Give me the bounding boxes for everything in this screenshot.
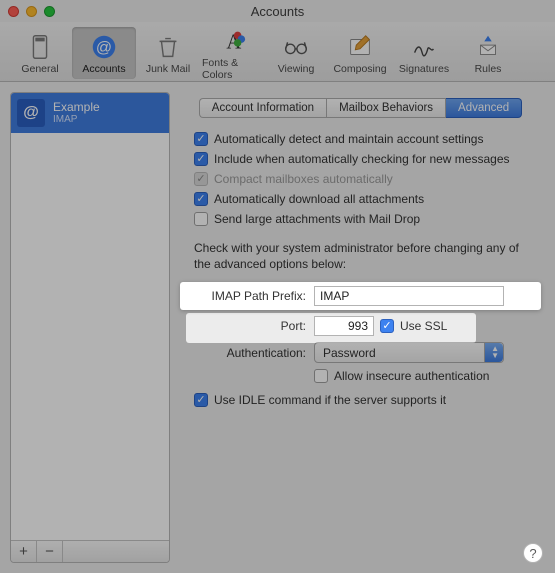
accounts-window: Accounts General @ Accounts Junk Mail A … [0,0,555,573]
port-input[interactable] [314,316,374,336]
option-compact: Compact mailboxes automatically [194,172,541,186]
port-label: Port: [180,319,314,333]
pane-tabs: Account Information Mailbox Behaviors Ad… [180,98,541,118]
chevron-updown-icon: ▲▼ [491,345,499,359]
row-authentication: Authentication: Password ▲▼ [180,342,541,363]
add-account-button[interactable]: + [11,541,37,562]
accounts-sidebar: @ Example IMAP + − [10,92,170,563]
tab-mailbox-behaviors[interactable]: Mailbox Behaviors [326,98,446,118]
toolbar-viewing[interactable]: Viewing [264,27,328,79]
general-icon [24,31,56,63]
svg-text:@: @ [96,39,112,56]
option-auto-detect: Automatically detect and maintain accoun… [194,132,541,146]
toolbar-junk[interactable]: Junk Mail [136,27,200,79]
auth-value: Password [323,346,376,360]
tab-advanced[interactable]: Advanced [446,98,522,118]
signature-icon [408,31,440,63]
toolbar-signatures[interactable]: Signatures [392,27,456,79]
toolbar-label: Accounts [82,63,125,75]
accounts-list[interactable]: @ Example IMAP [11,93,169,540]
glasses-icon [280,31,312,63]
checkbox-compact [194,172,208,186]
allow-insecure-label: Allow insecure authentication [334,369,489,383]
trash-icon [152,31,184,63]
remove-account-button[interactable]: − [37,541,63,562]
help-button[interactable]: ? [523,543,543,563]
account-row-example[interactable]: @ Example IMAP [11,93,169,133]
fonts-icon: A [216,25,248,57]
option-auto-download: Automatically download all attachments [194,192,541,206]
checkbox-auto-detect[interactable] [194,132,208,146]
option-mail-drop: Send large attachments with Mail Drop [194,212,541,226]
option-label: Automatically download all attachments [214,192,424,206]
use-ssl-label: Use SSL [400,319,447,333]
toolbar-composing[interactable]: Composing [328,27,392,79]
checkbox-auto-download[interactable] [194,192,208,206]
settings-pane: Account Information Mailbox Behaviors Ad… [180,92,545,563]
toolbar-label: Junk Mail [146,63,190,75]
imap-path-prefix-label: IMAP Path Prefix: [180,289,314,303]
at-sign-icon: @ [88,31,120,63]
auth-label: Authentication: [180,346,314,360]
auth-select[interactable]: Password ▲▼ [314,342,504,363]
checkbox-mail-drop[interactable] [194,212,208,226]
rules-icon [472,31,504,63]
row-allow-insecure: Allow insecure authentication [180,369,541,383]
toolbar-label: Composing [333,63,386,75]
toolbar-rules[interactable]: Rules [456,27,520,79]
row-imap-path-prefix: IMAP Path Prefix: [180,282,541,310]
admin-note: Check with your system administrator bef… [194,240,527,272]
option-label: Send large attachments with Mail Drop [214,212,420,226]
option-label: Compact mailboxes automatically [214,172,393,186]
prefs-toolbar: General @ Accounts Junk Mail A Fonts & C… [0,22,555,82]
row-port: Port: Use SSL [180,316,541,336]
toolbar-accounts[interactable]: @ Accounts [72,27,136,79]
titlebar: Accounts [0,0,555,22]
checkbox-include-check[interactable] [194,152,208,166]
pencil-icon [344,31,376,63]
content-area: @ Example IMAP + − Account Information M… [0,82,555,573]
sidebar-drag-area [63,541,169,562]
checkbox-allow-insecure[interactable] [314,369,328,383]
toolbar-general[interactable]: General [8,27,72,79]
sidebar-button-bar: + − [11,540,169,562]
imap-path-prefix-input[interactable] [314,286,504,306]
toolbar-label: General [21,63,58,75]
checkbox-idle[interactable] [194,393,208,407]
option-label: Include when automatically checking for … [214,152,510,166]
option-idle: Use IDLE command if the server supports … [194,393,541,407]
checkbox-use-ssl[interactable] [380,319,394,333]
option-include-check: Include when automatically checking for … [194,152,541,166]
toolbar-fonts[interactable]: A Fonts & Colors [200,21,264,85]
idle-label: Use IDLE command if the server supports … [214,393,446,407]
at-sign-icon: @ [17,99,45,127]
toolbar-label: Viewing [278,63,315,75]
account-type: IMAP [53,114,100,125]
tab-account-information[interactable]: Account Information [199,98,326,118]
window-title: Accounts [0,4,555,19]
toolbar-label: Signatures [399,63,449,75]
toolbar-label: Rules [475,63,502,75]
account-row-text: Example IMAP [53,101,100,125]
account-name: Example [53,101,100,114]
toolbar-label: Fonts & Colors [202,57,262,81]
option-label: Automatically detect and maintain accoun… [214,132,483,146]
